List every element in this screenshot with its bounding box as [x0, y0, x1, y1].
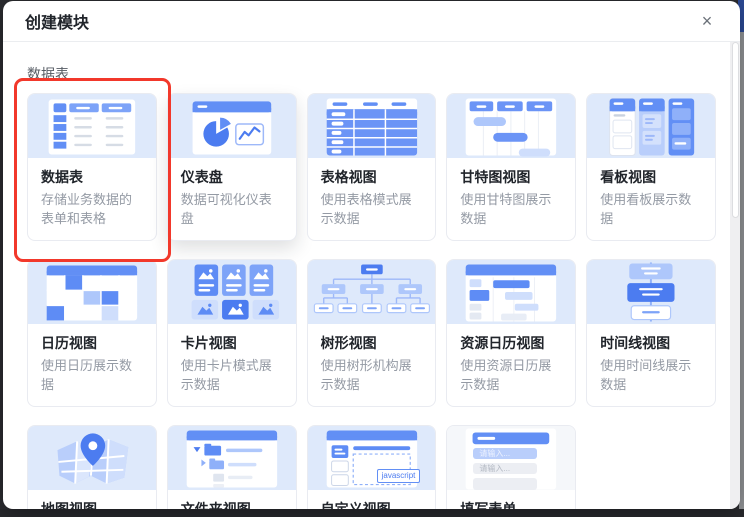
section-label: 数据表 [27, 66, 69, 82]
data-table-icon [48, 99, 136, 155]
card-desc: 数据可视化仪表盘 [180, 192, 272, 226]
card-timeline-view[interactable]: 时间线视图 使用时间线展示数据 [586, 259, 716, 407]
card-title: 自定义视图 [320, 501, 391, 509]
card-title: 数据表 [41, 169, 83, 185]
dialog-title: 创建模块 [25, 15, 90, 32]
card-view-illustration [167, 260, 296, 324]
card-title: 日历视图 [41, 335, 97, 351]
timeline-view-illustration [587, 260, 715, 324]
card-form-fill[interactable]: 请输入... 请输入... 填写表单 [446, 425, 577, 509]
card-title: 看板视图 [600, 169, 657, 185]
data-table-illustration [28, 94, 156, 158]
calendar-view-illustration [28, 260, 156, 324]
dialog-header: 创建模块 × [3, 1, 740, 42]
card-gantt-view[interactable]: 甘特图视图 使用甘特图展示数据 [446, 93, 577, 241]
card-kanban-view[interactable]: 看板视图 使用看板展示数据 [586, 93, 716, 241]
dashboard-illustration [167, 94, 296, 158]
module-grid: 数据表 存储业务数据的表单和表格 仪表盘 数据可视化仪表盘 表格视图 使用表格模… [27, 93, 716, 509]
form-input-stub [473, 478, 538, 490]
card-map-view[interactable]: 地图视图 [27, 425, 157, 509]
card-view-icon [191, 264, 279, 320]
card-desc: 使用表格模式展示数据 [320, 192, 412, 226]
resource-calendar-illustration [447, 260, 576, 324]
card-card-view[interactable]: 卡片视图 使用卡片模式展示数据 [166, 259, 297, 407]
timeline-view-icon [627, 262, 675, 322]
card-title: 树形视图 [320, 335, 377, 351]
folder-view-icon [186, 430, 277, 488]
dashboard-icon [192, 101, 272, 155]
card-title: 甘特图视图 [460, 169, 531, 185]
kanban-view-illustration [587, 94, 715, 158]
card-desc: 使用甘特图展示数据 [460, 192, 552, 226]
card-title: 表格视图 [320, 169, 377, 185]
card-calendar-view[interactable]: 日历视图 使用日历展示数据 [27, 259, 157, 407]
card-title: 资源日历视图 [460, 335, 545, 351]
resource-calendar-icon [466, 264, 557, 322]
card-title: 仪表盘 [180, 169, 223, 185]
gantt-view-illustration [447, 94, 576, 158]
custom-view-illustration: javascript [307, 426, 436, 490]
card-desc: 使用时间线展示数据 [600, 358, 692, 392]
card-custom-view[interactable]: javascript 自定义视图 [306, 425, 437, 509]
card-folder-view[interactable]: 文件夹视图 [166, 425, 297, 509]
javascript-tag: javascript [376, 469, 421, 483]
card-title: 地图视图 [41, 501, 97, 509]
create-module-dialog: 创建模块 × 数据表 数据表 存储业务数据的表单和表格 仪表盘 数据可视化仪表盘… [3, 1, 740, 509]
card-table-view[interactable]: 表格视图 使用表格模式展示数据 [306, 93, 437, 241]
map-view-icon [57, 433, 129, 484]
form-input-placeholder: 请输入... [473, 463, 538, 474]
folder-view-illustration [167, 426, 296, 490]
table-view-illustration [307, 94, 436, 158]
table-view-icon [326, 98, 417, 156]
card-tree-view[interactable]: 树形视图 使用树形机构展示数据 [306, 259, 437, 407]
card-desc: 使用日历展示数据 [41, 358, 133, 392]
map-view-illustration [28, 426, 156, 490]
gantt-view-icon [466, 98, 557, 157]
tree-view-icon [313, 264, 430, 314]
form-fill-illustration: 请输入... 请输入... [447, 426, 576, 490]
card-title: 卡片视图 [180, 335, 237, 351]
background-bottom-bar [0, 509, 744, 517]
card-desc: 使用树形机构展示数据 [320, 358, 412, 392]
card-desc: 使用看板展示数据 [600, 192, 692, 226]
kanban-view-icon [609, 97, 695, 156]
form-input-placeholder: 请输入... [473, 448, 538, 459]
card-title: 文件夹视图 [180, 501, 251, 509]
card-desc: 使用资源日历展示数据 [460, 358, 552, 392]
card-desc: 使用卡片模式展示数据 [180, 358, 272, 392]
tree-view-illustration [307, 260, 436, 324]
card-title: 时间线视图 [600, 335, 671, 351]
card-dashboard[interactable]: 仪表盘 数据可视化仪表盘 [166, 93, 297, 241]
card-resource-calendar-view[interactable]: 资源日历视图 使用资源日历展示数据 [446, 259, 577, 407]
card-title: 填写表单 [460, 501, 517, 509]
dialog-content: 数据表 数据表 存储业务数据的表单和表格 仪表盘 数据可视化仪表盘 表格视图 使… [3, 42, 740, 509]
calendar-view-icon [46, 265, 138, 321]
card-data-table[interactable]: 数据表 存储业务数据的表单和表格 [27, 93, 157, 241]
scrollbar-thumb[interactable] [732, 42, 739, 218]
close-icon[interactable]: × [696, 10, 718, 32]
card-desc: 存储业务数据的表单和表格 [41, 192, 133, 226]
